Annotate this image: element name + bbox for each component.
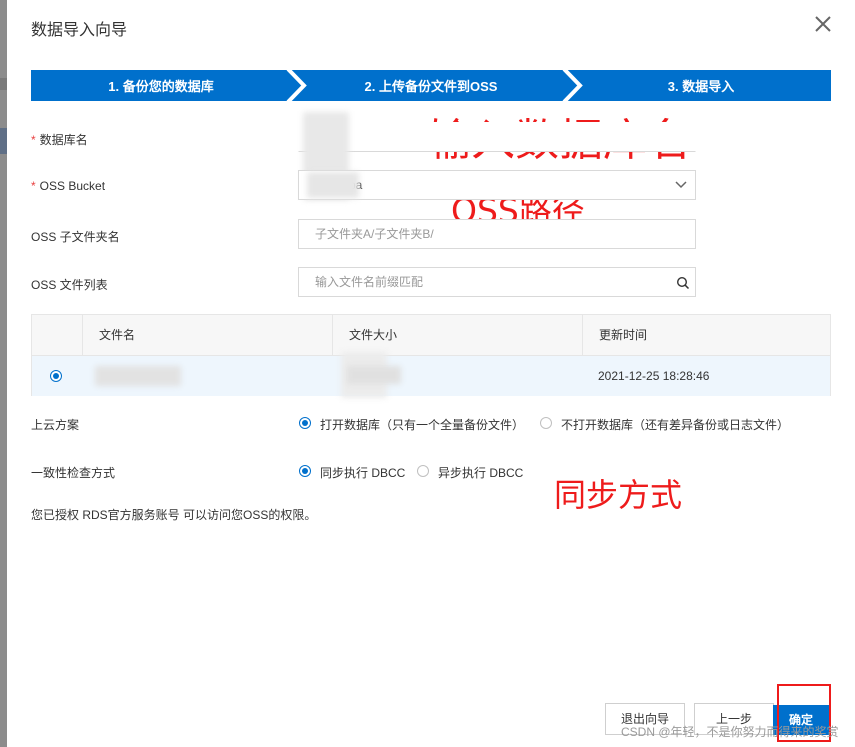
data-import-wizard-dialog: 数据导入向导 1. 备份您的数据库 2. 上传备份文件到OSS 3. 数据导入 … <box>7 0 855 747</box>
required-mark: * <box>31 133 36 147</box>
step-2-label: 2. 上传备份文件到OSS <box>364 79 498 94</box>
step-3-label: 3. 数据导入 <box>667 79 735 94</box>
step-1: 1. 备份您的数据库 <box>31 70 291 101</box>
step-separator-icon <box>562 70 583 101</box>
step-separator-icon <box>286 70 307 101</box>
sync-dbcc-radio[interactable] <box>299 465 311 477</box>
async-dbcc-radio[interactable] <box>417 465 429 477</box>
column-header-file-size: 文件大小 <box>332 315 582 355</box>
db-name-label: * 数据库名 <box>31 131 88 148</box>
dialog-title: 数据导入向导 <box>31 22 128 39</box>
search-icon[interactable] <box>676 276 690 290</box>
backdrop-element <box>0 78 7 90</box>
oss-file-search-input[interactable]: 输入文件名前缀匹配 <box>298 267 696 297</box>
backdrop-element <box>0 128 7 154</box>
oss-subfolder-label: OSS 子文件夹名 <box>31 230 120 244</box>
table-header: 文件名 文件大小 更新时间 <box>32 315 830 356</box>
migration-plan-label: 上云方案 <box>31 418 80 432</box>
oss-file-search-placeholder: 输入文件名前缀匹配 <box>315 275 424 289</box>
step-2: 2. 上传备份文件到OSS <box>291 70 571 101</box>
chevron-down-icon <box>675 181 687 189</box>
open-database-radio[interactable] <box>299 417 311 429</box>
column-header-updated-time: 更新时间 <box>582 315 830 355</box>
consistency-check-label: 一致性检查方式 <box>31 466 116 480</box>
no-open-database-radio[interactable] <box>540 417 552 429</box>
step-3: 3. 数据导入 <box>571 70 831 101</box>
step-1-label: 1. 备份您的数据库 <box>108 79 214 94</box>
annotation-sync-method: 同步方式 <box>554 476 683 514</box>
redacted-area <box>347 366 401 384</box>
async-dbcc-option[interactable]: 异步执行 DBCC <box>438 464 523 481</box>
close-icon[interactable] <box>813 14 833 34</box>
db-name-label-text: 数据库名 <box>39 133 88 147</box>
oss-subfolder-input[interactable]: 子文件夹A/子文件夹B/ <box>298 219 696 249</box>
redacted-area <box>95 366 181 386</box>
oss-bucket-label: * OSS Bucket <box>31 179 105 193</box>
sync-dbcc-option[interactable]: 同步执行 DBCC <box>320 464 405 481</box>
oss-subfolder-placeholder: 子文件夹A/子文件夹B/ <box>315 227 434 241</box>
oss-file-list-label: OSS 文件列表 <box>31 278 108 292</box>
open-database-option[interactable]: 打开数据库（只有一个全量备份文件） <box>320 416 524 433</box>
redacted-area <box>307 172 359 198</box>
oss-bucket-label-text: OSS Bucket <box>39 179 106 193</box>
row-updated-time: 2021-12-25 18:28:46 <box>598 369 710 383</box>
wizard-steps: 1. 备份您的数据库 2. 上传备份文件到OSS 3. 数据导入 <box>31 70 831 101</box>
watermark: CSDN @年轻，不是你努力而得来的奖赏 <box>621 725 839 739</box>
db-name-input[interactable] <box>298 122 696 152</box>
row-select-radio[interactable] <box>50 370 62 382</box>
no-open-database-option[interactable]: 不打开数据库（还有差异备份或日志文件） <box>561 416 789 433</box>
required-mark: * <box>31 179 36 193</box>
authorization-note: 您已授权 RDS官方服务账号 可以访问您OSS的权限。 <box>31 508 317 522</box>
column-header-file-name: 文件名 <box>82 315 332 355</box>
page-backdrop <box>0 0 7 747</box>
